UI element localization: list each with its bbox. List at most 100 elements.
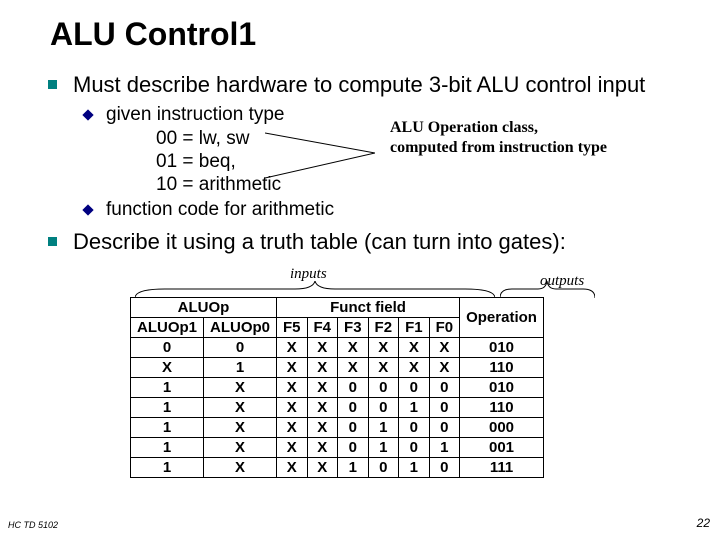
bullet-main-2: Describe it using a truth table (can tur…	[48, 228, 690, 256]
bullet-sub-2: function code for arithmetic	[84, 198, 690, 222]
table-cell: 1	[131, 398, 204, 418]
table-cell: 0	[338, 398, 369, 418]
header-f3: F3	[338, 318, 369, 338]
table-cell: 0	[368, 378, 399, 398]
table-cell: 0	[429, 378, 460, 398]
header-f5: F5	[277, 318, 308, 338]
table-cell: X	[338, 338, 369, 358]
table-cell: X	[204, 418, 277, 438]
table-cell: 1	[368, 418, 399, 438]
table-cell: X	[307, 418, 338, 438]
table-cell: 0	[429, 398, 460, 418]
bullet-main-1: Must describe hardware to compute 3-bit …	[48, 71, 690, 99]
table-cell: X	[399, 358, 430, 378]
code-line-10: 10 = arithmetic	[156, 174, 690, 196]
table-cell: X	[307, 458, 338, 478]
header-funct: Funct field	[277, 298, 460, 318]
table-row: 00XXXXXX010	[131, 338, 544, 358]
table-cell: X	[204, 438, 277, 458]
table-cell: 0	[399, 378, 430, 398]
table-cell: 111	[460, 458, 544, 478]
table-row: 1XXX0000010	[131, 378, 544, 398]
header-f1: F1	[399, 318, 430, 338]
table-cell: X	[429, 338, 460, 358]
table-cell: X	[429, 358, 460, 378]
table-cell: X	[307, 358, 338, 378]
header-f4: F4	[307, 318, 338, 338]
table-row: 1XXX0101001	[131, 438, 544, 458]
table-cell: 1	[131, 458, 204, 478]
table-cell: X	[307, 338, 338, 358]
table-cell: X	[277, 398, 308, 418]
table-cell: X	[204, 398, 277, 418]
header-aluop: ALUOp	[131, 298, 277, 318]
bullet-sub-2-text: function code for arithmetic	[106, 198, 334, 222]
table-cell: X	[307, 438, 338, 458]
table-cell: X	[338, 358, 369, 378]
table-cell: X	[204, 458, 277, 478]
square-bullet-icon	[48, 237, 57, 246]
table-cell: X	[277, 458, 308, 478]
diamond-bullet-icon	[82, 205, 93, 216]
table-cell: 1	[131, 418, 204, 438]
table-cell: 0	[338, 378, 369, 398]
table-cell: X	[131, 358, 204, 378]
table-cell: 0	[368, 398, 399, 418]
table-cell: 0	[204, 338, 277, 358]
table-row: 1XXX0100000	[131, 418, 544, 438]
square-bullet-icon	[48, 80, 57, 89]
annotation-outputs: outputs	[540, 273, 584, 290]
truth-table: ALUOp Funct field Operation ALUOp1 ALUOp…	[130, 297, 544, 478]
table-header-row-1: ALUOp Funct field Operation	[131, 298, 544, 318]
table-cell: X	[368, 358, 399, 378]
table-cell: 0	[399, 438, 430, 458]
table-cell: 0	[368, 458, 399, 478]
table-cell: 001	[460, 438, 544, 458]
table-cell: X	[277, 438, 308, 458]
table-cell: 000	[460, 418, 544, 438]
header-operation: Operation	[460, 298, 544, 338]
table-cell: 110	[460, 398, 544, 418]
table-cell: 0	[131, 338, 204, 358]
table-cell: X	[277, 378, 308, 398]
footer-right: 22	[697, 516, 710, 530]
table-cell: 110	[460, 358, 544, 378]
table-cell: 0	[338, 438, 369, 458]
table-row: 1XXX1010111	[131, 458, 544, 478]
table-cell: 0	[399, 418, 430, 438]
table-cell: X	[399, 338, 430, 358]
table-cell: 010	[460, 338, 544, 358]
table-cell: X	[277, 338, 308, 358]
table-row: X1XXXXXX110	[131, 358, 544, 378]
diamond-bullet-icon	[82, 109, 93, 120]
slide-title: ALU Control1	[50, 16, 690, 53]
side-note-line1: ALU Operation class,	[390, 119, 538, 136]
bullet-sub-1-text: given instruction type	[106, 103, 285, 127]
table-cell: 1	[399, 458, 430, 478]
header-aluop1: ALUOp1	[131, 318, 204, 338]
table-row: 1XXX0010110	[131, 398, 544, 418]
footer-left: HC TD 5102	[8, 520, 58, 530]
table-cell: X	[277, 418, 308, 438]
table-cell: 1	[338, 458, 369, 478]
annotation-inputs: inputs	[290, 266, 327, 283]
header-aluop0: ALUOp0	[204, 318, 277, 338]
side-note-line2: computed from instruction type	[390, 139, 607, 156]
header-f0: F0	[429, 318, 460, 338]
table-cell: 0	[338, 418, 369, 438]
bullet-main-1-text: Must describe hardware to compute 3-bit …	[73, 71, 645, 99]
table-cell: 1	[368, 438, 399, 458]
table-cell: X	[204, 378, 277, 398]
table-cell: 1	[131, 438, 204, 458]
table-cell: 0	[429, 418, 460, 438]
table-cell: X	[307, 378, 338, 398]
table-cell: X	[307, 398, 338, 418]
table-cell: 0	[429, 458, 460, 478]
bullet-main-2-text: Describe it using a truth table (can tur…	[73, 228, 566, 256]
table-cell: X	[277, 358, 308, 378]
table-cell: 010	[460, 378, 544, 398]
table-cell: X	[368, 338, 399, 358]
table-cell: 1	[131, 378, 204, 398]
table-cell: 1	[429, 438, 460, 458]
table-cell: 1	[399, 398, 430, 418]
